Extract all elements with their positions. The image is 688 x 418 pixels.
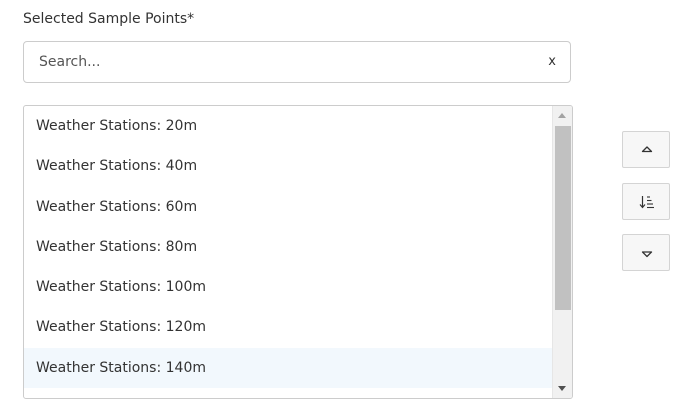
move-up-button[interactable] <box>622 131 670 168</box>
search-input[interactable] <box>24 42 534 82</box>
sort-button[interactable] <box>622 183 670 220</box>
selected-sample-points-label: Selected Sample Points* <box>23 11 195 27</box>
list-item[interactable]: Weather Stations: 60m <box>24 187 552 227</box>
sample-points-listbox[interactable]: Weather Stations: 20m Weather Stations: … <box>23 105 573 399</box>
scroll-down-arrow-icon[interactable] <box>558 386 566 391</box>
vertical-scrollbar[interactable] <box>552 106 572 398</box>
list-item[interactable]: Weather Stations: 140m <box>24 347 552 389</box>
list-item[interactable]: Weather Stations: 120m <box>24 307 552 347</box>
list-item[interactable]: Weather Stations: 40m <box>24 146 552 186</box>
caret-up-icon <box>641 146 653 153</box>
caret-down-icon <box>641 251 653 258</box>
clear-search-button[interactable]: x <box>548 53 556 71</box>
list-item[interactable]: Weather Stations: 80m <box>24 227 552 267</box>
sort-descending-icon <box>639 196 654 209</box>
list-item[interactable]: Weather Stations: 100m <box>24 267 552 307</box>
scrollbar-thumb[interactable] <box>555 126 571 310</box>
list-item[interactable]: Weather Stations: 20m <box>24 106 552 146</box>
move-down-button[interactable] <box>622 234 670 271</box>
list-items: Weather Stations: 20m Weather Stations: … <box>24 106 552 398</box>
search-box: x <box>23 41 571 83</box>
scroll-up-arrow-icon[interactable] <box>558 113 566 118</box>
